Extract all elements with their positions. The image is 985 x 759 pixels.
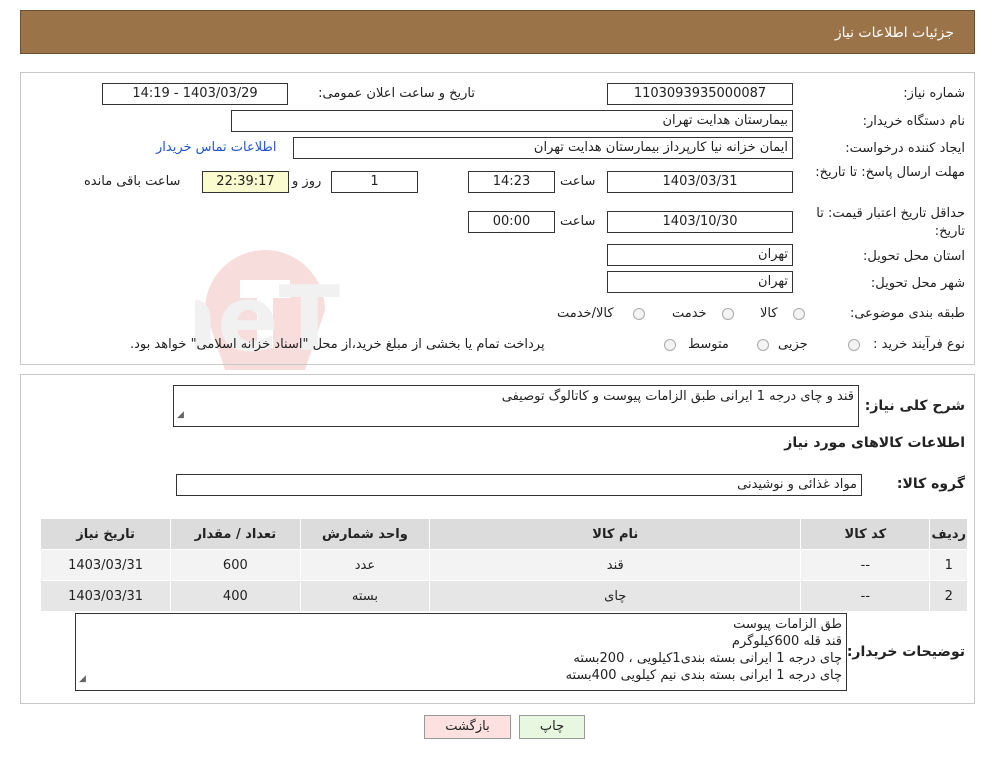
cell-date: 1403/03/31 [39,549,172,581]
col-row: ردیف [929,518,968,550]
validity-time-field: 00:00 [468,211,555,233]
goods-section-title: اطلاعات کالاهای مورد نیاز [784,435,965,451]
page-header: جزئیات اطلاعات نیاز [20,10,975,54]
table-row: 2 -- چای بسته 400 1403/03/31 [39,580,968,612]
cell-date: 1403/03/31 [39,580,172,612]
resize-grip-icon[interactable]: ◢ [79,671,86,688]
group-field: مواد غذائی و نوشیدنی [176,474,862,496]
process-radio-minor[interactable] [848,339,860,351]
creator-field: ایمان خزانه نیا کارپرداز بیمارستان هدایت… [293,137,793,159]
buyer-org-label: نام دستگاه خریدار: [862,114,965,129]
city-label: شهر محل تحویل: [870,276,965,291]
cell-unit: بسته [299,580,431,612]
col-unit: واحد شمارش [299,518,431,550]
group-label: گروه کالا: [896,476,965,492]
buyer-org-field: بیمارستان هدایت تهران [231,110,793,132]
creator-label: ایجاد کننده درخواست: [845,141,965,156]
city-field: تهران [607,271,793,293]
summary-label: شرح کلی نیاز: [864,398,965,414]
col-name: نام کالا [429,518,802,550]
process-option-minor: جزیی [778,337,808,352]
buyer-notes-textarea[interactable]: طق الزامات پیوست قند قله 600کیلوگرم چای … [75,613,847,691]
cell-qty: 600 [170,549,301,581]
cell-row: 2 [929,580,968,612]
process-label: نوع فرآیند خرید : [873,337,965,352]
remaining-time-field: 22:39:17 [202,171,289,193]
treasury-checkbox[interactable] [664,339,676,351]
days-field: 1 [331,171,418,193]
category-option-service: خدمت [672,306,707,321]
cell-name: چای [429,580,802,612]
page-title: جزئیات اطلاعات نیاز [834,25,954,41]
deadline-date-field: 1403/03/31 [607,171,793,193]
announce-field: 1403/03/29 - 14:19 [102,83,288,105]
buyer-notes-label: توضیحات خریدار: [846,644,965,660]
process-note: پرداخت تمام یا بخشی از مبلغ خرید،از محل … [130,337,545,352]
validity-label: حداقل تاریخ اعتبار قیمت: تا تاریخ: [816,206,965,239]
cell-unit: عدد [299,549,431,581]
remaining-label: ساعت باقی مانده [84,174,181,189]
cell-row: 1 [929,549,968,581]
buyer-notes-line: چای درجه 1 ایرانی بسته بندی1کیلویی ، 200… [573,651,842,666]
table-header-row: ردیف کد کالا نام کالا واحد شمارش تعداد /… [39,518,968,550]
cell-code: -- [800,580,931,612]
province-label: استان محل تحویل: [863,249,965,264]
category-radio-goods[interactable] [793,308,805,320]
process-radio-medium[interactable] [757,339,769,351]
category-radio-service[interactable] [722,308,734,320]
print-button[interactable]: چاپ [519,715,585,739]
items-table-wrap: ردیف کد کالا نام کالا واحد شمارش تعداد /… [39,518,968,612]
category-label: طبقه بندی موضوعی: [849,306,965,321]
deadline-time-field: 14:23 [468,171,555,193]
category-radio-goods-service[interactable] [633,308,645,320]
table-row: 1 -- قند عدد 600 1403/03/31 [39,549,968,581]
cell-qty: 400 [170,580,301,612]
buyer-notes-line: چای درجه 1 ایرانی بسته بندی نیم کیلویی 4… [565,668,842,683]
cell-code: -- [800,549,931,581]
col-code: کد کالا [800,518,931,550]
deadline-label: مهلت ارسال پاسخ: تا تاریخ: [815,165,965,180]
province-field: تهران [607,244,793,266]
buyer-notes-line: طق الزامات پیوست [733,617,842,632]
buyer-notes-line: قند قله 600کیلوگرم [731,634,842,649]
category-option-goods-service: کالا/خدمت [557,306,614,321]
buyer-contact-link[interactable]: اطلاعات تماس خریدار [156,140,276,155]
need-number-label: شماره نیاز: [903,86,965,101]
validity-time-label: ساعت [560,214,596,229]
announce-label: تاریخ و ساعت اعلان عمومی: [318,86,475,101]
cell-name: قند [429,549,802,581]
resize-grip-icon[interactable]: ◢ [177,407,184,424]
deadline-time-label: ساعت [560,174,596,189]
category-option-goods: کالا [760,306,778,321]
process-option-medium: متوسط [688,337,729,352]
col-qty: تعداد / مقدار [170,518,301,550]
col-date: تاریخ نیاز [39,518,172,550]
days-label: روز و [292,174,322,189]
summary-textarea[interactable]: قند و چای درجه 1 ایرانی طبق الزامات پیوس… [173,385,859,427]
need-number-field: 1103093935000087 [607,83,793,105]
items-table: ردیف کد کالا نام کالا واحد شمارش تعداد /… [39,518,968,612]
back-button[interactable]: بازگشت [424,715,511,739]
summary-text: قند و چای درجه 1 ایرانی طبق الزامات پیوس… [501,389,854,404]
validity-date-field: 1403/10/30 [607,211,793,233]
